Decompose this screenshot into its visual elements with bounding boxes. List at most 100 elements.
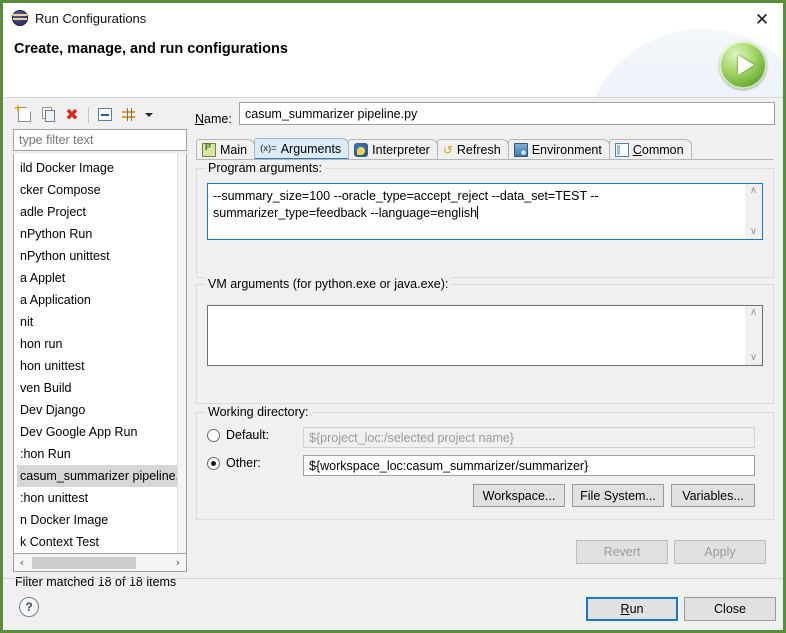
python-main-icon <box>202 142 216 157</box>
tab-label: Arguments <box>280 141 342 156</box>
program-arguments-textarea[interactable]: --summary_size=100 --oracle_type=accept_… <box>207 183 763 240</box>
hscroll-track[interactable] <box>30 554 170 571</box>
program-arguments-value: --summary_size=100 --oracle_type=accept_… <box>213 189 599 220</box>
filter-menu-button[interactable] <box>118 104 140 125</box>
configuration-tree-item[interactable]: ven Build <box>14 377 179 399</box>
program-arguments-label: Program arguments: <box>205 161 325 175</box>
configuration-tree-item[interactable]: k Context Test <box>14 531 179 553</box>
tree-horizontal-scrollbar[interactable]: ‹ › <box>13 554 187 572</box>
configuration-tree-item[interactable]: :hon Run <box>14 443 179 465</box>
configurations-tree[interactable]: ild Docker Image cker Compose adle Project… <box>13 154 187 554</box>
configuration-tree-item[interactable]: nPython Run <box>14 223 179 245</box>
tab-label: Refresh <box>456 143 501 157</box>
tab-label: Common <box>632 143 684 157</box>
tab-arguments[interactable]: (x)= Arguments <box>254 138 350 160</box>
program-arguments-scrollbar[interactable]: ∧ ∨ <box>745 184 762 239</box>
configuration-tree-item[interactable]: :hon unittest <box>14 487 179 509</box>
working-directory-variables-button[interactable]: Variables... <box>671 484 755 507</box>
run-button-label: Run <box>620 602 644 616</box>
default-radio-label: Default: <box>226 428 270 442</box>
scroll-left-icon[interactable]: ‹ <box>14 555 30 571</box>
title-row: Run Configurations <box>12 10 146 26</box>
run-configurations-dialog: Run Configurations ✕ Create, manage, and… <box>0 0 786 633</box>
tree-toolbar: ✖ <box>11 102 189 127</box>
scroll-right-icon[interactable]: › <box>170 555 186 571</box>
window-title: Run Configurations <box>35 10 147 26</box>
close-icon[interactable]: ✕ <box>750 9 774 31</box>
configuration-tree-item[interactable]: ild Docker Image <box>14 157 179 179</box>
tab-interpreter[interactable]: Interpreter <box>348 139 438 160</box>
name-label: Name: <box>195 112 232 126</box>
workspace-button[interactable]: Workspace... <box>473 484 565 507</box>
duplicate-configuration-button[interactable] <box>37 104 59 125</box>
eclipse-icon <box>12 10 28 26</box>
collapse-all-button[interactable] <box>94 104 116 125</box>
configurations-tree-list: ild Docker Image cker Compose adle Project… <box>14 157 186 553</box>
vm-arguments-text[interactable] <box>208 306 745 365</box>
toolbar-divider <box>88 106 89 123</box>
revert-button-label: Revert <box>603 545 641 559</box>
other-radio-button[interactable] <box>207 456 220 470</box>
view-menu-button[interactable] <box>142 104 156 125</box>
working-directory-label: Working directory: <box>205 405 312 419</box>
configuration-tree-item[interactable]: a Applet <box>14 267 179 289</box>
tab-label: Environment <box>531 143 602 157</box>
environment-icon <box>513 143 528 157</box>
configuration-tree-item[interactable]: hon run <box>14 333 179 355</box>
configuration-tree-item[interactable]: Dev Django <box>14 399 179 421</box>
tab-bar-underline <box>196 159 774 160</box>
scroll-down-icon[interactable]: ∨ <box>750 227 757 237</box>
apply-button-label: Apply <box>704 545 736 559</box>
default-radio-button[interactable] <box>207 428 220 442</box>
scroll-up-icon[interactable]: ∧ <box>750 308 757 318</box>
apply-button: Apply <box>674 540 766 564</box>
vm-arguments-textarea[interactable]: ∧ ∨ <box>207 305 763 366</box>
tab-environment[interactable]: Environment <box>507 139 610 160</box>
filter-input[interactable] <box>13 129 187 151</box>
name-input[interactable] <box>239 102 775 125</box>
filter-icon <box>121 107 137 122</box>
copy-icon <box>41 107 55 122</box>
hscroll-thumb[interactable] <box>32 556 136 569</box>
tab-common[interactable]: Common <box>608 139 692 160</box>
delete-configuration-button[interactable]: ✖ <box>61 104 83 125</box>
other-directory-field[interactable] <box>303 455 755 476</box>
default-directory-field <box>303 427 755 448</box>
scroll-down-icon[interactable]: ∨ <box>750 353 757 363</box>
close-button[interactable]: Close <box>684 597 776 621</box>
run-button[interactable]: Run <box>586 597 678 621</box>
tab-main[interactable]: Main <box>196 139 256 160</box>
configuration-tree-item[interactable]: cker Compose <box>14 179 179 201</box>
configuration-tree-item[interactable]: a Application <box>14 289 179 311</box>
new-configuration-button[interactable] <box>13 102 35 125</box>
scroll-up-icon[interactable]: ∧ <box>750 186 757 196</box>
tab-refresh[interactable]: ↺ Refresh <box>436 139 509 160</box>
refresh-icon: ↺ <box>442 143 453 157</box>
tree-vertical-scrollbar[interactable] <box>177 154 186 553</box>
arguments-icon: (x)= <box>260 142 277 154</box>
configuration-tree-item[interactable]: nPython unittest <box>14 245 179 267</box>
dialog-titlebar: Run Configurations ✕ Create, manage, and… <box>3 3 783 97</box>
configuration-tree-item[interactable]: hon unittest <box>14 355 179 377</box>
configuration-tree-item[interactable]: casum_summarizer pipeline.py <box>17 465 186 487</box>
chevron-down-icon <box>145 112 153 117</box>
text-caret <box>477 206 479 219</box>
program-arguments-text[interactable]: --summary_size=100 --oracle_type=accept_… <box>208 184 745 239</box>
help-question-icon[interactable]: ? <box>19 597 39 617</box>
configurations-panel: ✖ ild Docker Imagecker Composeadle Proje… <box>11 102 189 589</box>
tab-label: Interpreter <box>372 143 430 157</box>
configuration-editor: Name: Main (x)=Arguments Interpreter ↺Refre… <box>195 102 775 630</box>
footer-divider <box>3 578 783 579</box>
configuration-tree-item[interactable]: nit <box>14 311 179 333</box>
working-directory-default-option[interactable]: Default: <box>207 428 269 442</box>
delete-x-icon: ✖ <box>65 104 79 124</box>
file-system-button[interactable]: File System... <box>572 484 664 507</box>
configuration-tree-item[interactable]: adle Project <box>14 201 179 223</box>
working-directory-other-option[interactable]: Other: <box>207 456 261 470</box>
page-title: Create, manage, and run configurations <box>14 41 288 57</box>
configuration-tree-item[interactable]: Dev Google App Run <box>14 421 179 443</box>
revert-button: Revert <box>576 540 668 564</box>
configuration-tree-item[interactable]: n Docker Image <box>14 509 179 531</box>
vm-arguments-scrollbar[interactable]: ∧ ∨ <box>745 306 762 365</box>
vm-arguments-label: VM arguments (for python.exe or java.exe… <box>205 277 452 291</box>
